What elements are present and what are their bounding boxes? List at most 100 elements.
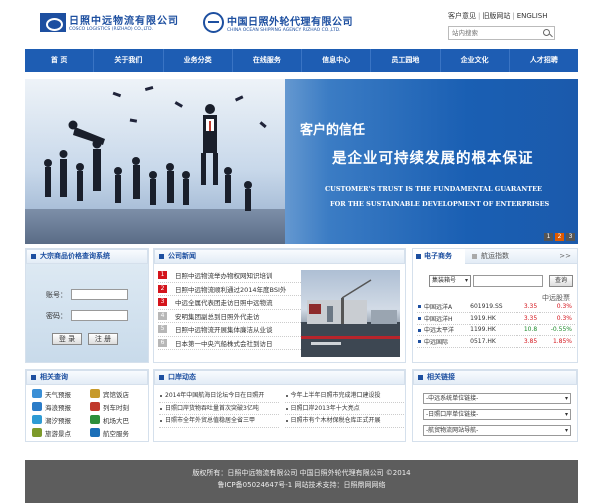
hotel-icon xyxy=(90,389,100,398)
nav-business[interactable]: 业务分类 xyxy=(164,49,233,72)
news-item[interactable]: 4 安明集团副总到日照外代走访 xyxy=(158,310,301,323)
nav-home[interactable]: 首 页 xyxy=(25,49,95,72)
company-news-panel: 公司新闻 1 日照中远物流举办物权网知识培训 2 日照中远物流顺利通过2014年度B… xyxy=(153,248,406,363)
cosco-logistics-logo[interactable]: 日照中远物流有限公司 COSCO LOGISTICS (RIZHAO) CO.,… xyxy=(40,12,179,32)
tab-shipping-index[interactable]: 航运指数 xyxy=(471,249,509,264)
table-row[interactable]: 中国远洋H 1919.HK 3.35 0.3% xyxy=(417,312,575,325)
news-item[interactable]: 5 日照中远物流开展集体廉洁从业谈 xyxy=(158,323,301,337)
query-link-weather[interactable]: 天气预报 xyxy=(32,388,90,399)
query-link-label: 潮汐预报 xyxy=(45,416,71,425)
news-item[interactable]: 1 日照中远物流举办物权网知识培训 xyxy=(158,269,301,283)
banner-dot-3[interactable]: 3 xyxy=(566,233,575,241)
stock-change: 0.3% xyxy=(540,312,575,325)
logistics-sites-select[interactable]: -航贸物流网站导航- xyxy=(423,425,571,436)
list-item[interactable]: 日照市有个木材保税仓库正式开展 xyxy=(284,415,404,428)
news-item-text[interactable]: 日照中远物流举办物权网知识培训 xyxy=(175,270,273,280)
feedback-link[interactable]: 客户意见 xyxy=(448,12,476,20)
login-button[interactable]: 登 录 xyxy=(52,333,82,345)
password-row: 密码： xyxy=(46,310,128,321)
related-links-panel: 相关链接 -中远系统单位链接- -日照口岸单位链接- -航贸物流网站导航- xyxy=(412,369,578,442)
list-item[interactable]: 日照口岸2013年十大亮点 xyxy=(284,403,404,415)
nav-staff[interactable]: 员工园地 xyxy=(371,49,441,72)
query-link-hotel[interactable]: 宾馆饭店 xyxy=(90,388,148,399)
weather-icon xyxy=(32,389,42,398)
query-link-train[interactable]: 列车时刻 xyxy=(90,401,148,412)
stock-code: 1919.HK xyxy=(470,312,517,325)
news-rank-badge: 1 xyxy=(158,271,167,280)
query-link-bus[interactable]: 机场大巴 xyxy=(90,414,148,425)
search-input[interactable] xyxy=(449,27,537,39)
stock-table: 中国远洋A 601919.SS 3.35 0.3% 中国远洋H 1919.HK … xyxy=(417,301,575,348)
port-news-list: 2014年中国航海日论坛今日在日照开 今年上半年日照市完成港口建设投 日照口岸货… xyxy=(159,390,404,428)
news-item-text[interactable]: 日本第一中央汽船株式会社到访日 xyxy=(175,338,273,348)
nav-about[interactable]: 关于我们 xyxy=(94,49,164,72)
news-item[interactable]: 2 日照中远物流顺利通过2014年度BSI外 xyxy=(158,283,301,296)
bus-icon xyxy=(90,415,100,424)
password-field[interactable] xyxy=(71,310,128,321)
more-link[interactable]: >> xyxy=(559,249,571,264)
news-ship-photo[interactable] xyxy=(301,270,400,357)
news-list: 1 日照中远物流举办物权网知识培训 2 日照中远物流顺利通过2014年度BSI外 3… xyxy=(158,269,301,350)
query-button[interactable]: 查询 xyxy=(549,275,573,287)
account-field[interactable] xyxy=(71,289,128,300)
search-icon[interactable] xyxy=(543,29,550,36)
news-rank-badge: 2 xyxy=(158,284,167,293)
port-units-select[interactable]: -日照口岸单位链接- xyxy=(423,409,571,420)
english-link[interactable]: ENGLISH xyxy=(517,12,548,20)
news-rank-badge: 5 xyxy=(158,325,167,334)
banner-slogan-cn-1: 客户的信任 xyxy=(300,123,366,138)
news-rank-badge: 6 xyxy=(158,338,167,347)
jumping-graduates-image xyxy=(44,85,267,211)
banner-slogan-en-2: FOR THE SUSTAINABLE DEVELOPMENT OF ENTER… xyxy=(330,200,550,208)
banner-dot-1[interactable]: 1 xyxy=(544,233,553,241)
news-item-text[interactable]: 日照中远物流开展集体廉洁从业谈 xyxy=(175,324,273,334)
stock-price: 10.8 xyxy=(516,324,541,336)
table-row[interactable]: 中远国际 0517.HK 3.85 1.85% xyxy=(417,335,575,348)
query-link-label: 宾馆饭店 xyxy=(103,390,129,399)
site-header: 日照中远物流有限公司 COSCO LOGISTICS (RIZHAO) CO.,… xyxy=(0,0,600,48)
query-link-label: 航空服务 xyxy=(103,429,129,438)
account-row: 账号： xyxy=(46,289,128,300)
news-item[interactable]: 3 中远全属代表团走访日照中远物流 xyxy=(158,296,301,310)
table-row[interactable]: 中国远洋A 601919.SS 3.35 0.3% xyxy=(417,301,575,313)
query-link-wave[interactable]: 海浪预报 xyxy=(32,401,90,412)
news-item[interactable]: 6 日本第一中央汽船株式会社到访日 xyxy=(158,337,301,350)
list-item[interactable]: 日照口岸货物吞吐量首次突破3亿吨 xyxy=(159,403,279,415)
hero-banner[interactable]: 客户的信任 是企业可持续发展的根本保证 CUSTOMER'S TRUST IS … xyxy=(25,79,578,244)
nav-online-service[interactable]: 在线服务 xyxy=(233,49,302,72)
main-nav: 首 页 关于我们 业务分类 在线服务 信息中心 员工园地 企业文化 人才招聘 xyxy=(25,49,578,72)
stock-name: 中国远洋H xyxy=(417,312,471,325)
nav-culture[interactable]: 企业文化 xyxy=(441,49,510,72)
query-link-plane[interactable]: 航空服务 xyxy=(90,427,148,438)
stock-code: 0517.HK xyxy=(470,335,517,348)
stock-change: 1.85% xyxy=(540,335,575,348)
query-type-select[interactable]: 集装箱号 xyxy=(429,275,471,287)
news-item-text[interactable]: 日照中远物流顺利通过2014年度BSI外 xyxy=(175,284,286,294)
news-rank-badge: 4 xyxy=(158,311,167,320)
price-query-title: 大宗商品价格查询系统 xyxy=(26,249,148,264)
old-site-link[interactable]: 旧版网站 xyxy=(482,12,510,20)
wave-icon xyxy=(32,402,42,411)
table-row[interactable]: 中远太平洋 1199.HK 10.8 -0.55% xyxy=(417,324,575,336)
logo2-en: CHINA OCEAN SHIPPING AGENCY RIZHAO CO.,L… xyxy=(227,27,341,33)
query-link-label: 海浪预报 xyxy=(45,403,71,412)
query-link-label: 机场大巴 xyxy=(103,416,129,425)
news-item-text[interactable]: 安明集团副总到日照外代走访 xyxy=(175,311,260,321)
query-link-travel[interactable]: 旅游景点 xyxy=(32,427,90,438)
nav-info-center[interactable]: 信息中心 xyxy=(302,49,372,72)
tab-ecommerce[interactable]: 电子商务 xyxy=(413,249,465,264)
news-item-text[interactable]: 中远全属代表团走访日照中远物流 xyxy=(175,297,273,307)
list-item[interactable]: 2014年中国航海日论坛今日在日照开 xyxy=(159,390,279,403)
cosco-units-select[interactable]: -中远系统单位链接- xyxy=(423,393,571,404)
list-item[interactable]: 日照市全年外贸总值稳居全省三甲 xyxy=(159,415,279,428)
list-item[interactable]: 今年上半年日照市完成港口建设投 xyxy=(284,390,404,403)
query-link-tide[interactable]: 潮汐预报 xyxy=(32,414,90,425)
related-query-grid: 天气预报 宾馆饭店 海浪预报 列车时刻 潮汐预报 机场大巴 旅游景点 航空服务 xyxy=(32,388,148,438)
register-button[interactable]: 注 册 xyxy=(88,333,118,345)
container-number-input[interactable] xyxy=(473,275,543,287)
banner-dot-2[interactable]: 2 xyxy=(555,233,564,241)
nav-recruit[interactable]: 人才招聘 xyxy=(510,49,578,72)
penavico-logo[interactable]: 中国日照外轮代理有限公司 CHINA OCEAN SHIPPING AGENCY… xyxy=(203,12,353,33)
port-news-panel: 口岸动态 2014年中国航海日论坛今日在日照开 今年上半年日照市完成港口建设投 … xyxy=(153,369,406,442)
tide-icon xyxy=(32,415,42,424)
